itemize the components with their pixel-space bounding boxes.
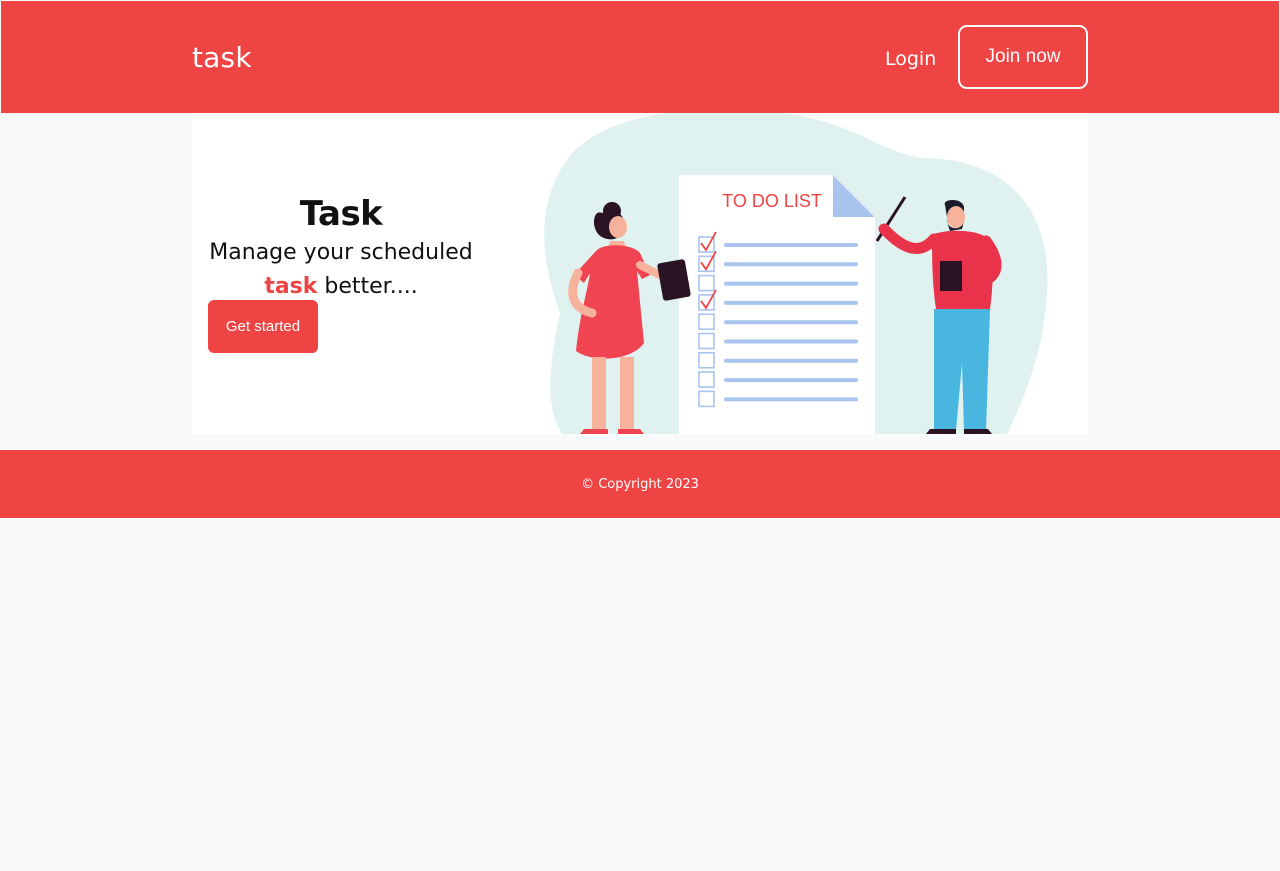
page-footer: © Copyright 2023 [0,450,1280,518]
hero-accent-word: task [264,274,318,299]
hero-subtitle-line1: Manage your scheduled [209,240,473,265]
hero-text-block: Task Manage your scheduled task better..… [192,193,490,303]
todo-list-heading: TO DO LIST [722,191,822,211]
join-now-button[interactable]: Join now [958,25,1088,89]
hero-section: Task Manage your scheduled task better..… [192,113,1088,434]
hero-title: Task [299,194,383,234]
brand-logo-link[interactable]: task [192,41,252,75]
login-link[interactable]: Login [885,46,936,72]
get-started-button[interactable]: Get started [208,300,318,353]
hero-subtitle-tail: better.... [317,274,418,299]
top-navbar: task Login Join now [1,1,1279,113]
todo-list-illustration: TO DO LIST [544,113,1048,434]
hero-subtitle-line2: task better.... [192,271,490,303]
copyright-text: © Copyright 2023 [581,477,699,492]
